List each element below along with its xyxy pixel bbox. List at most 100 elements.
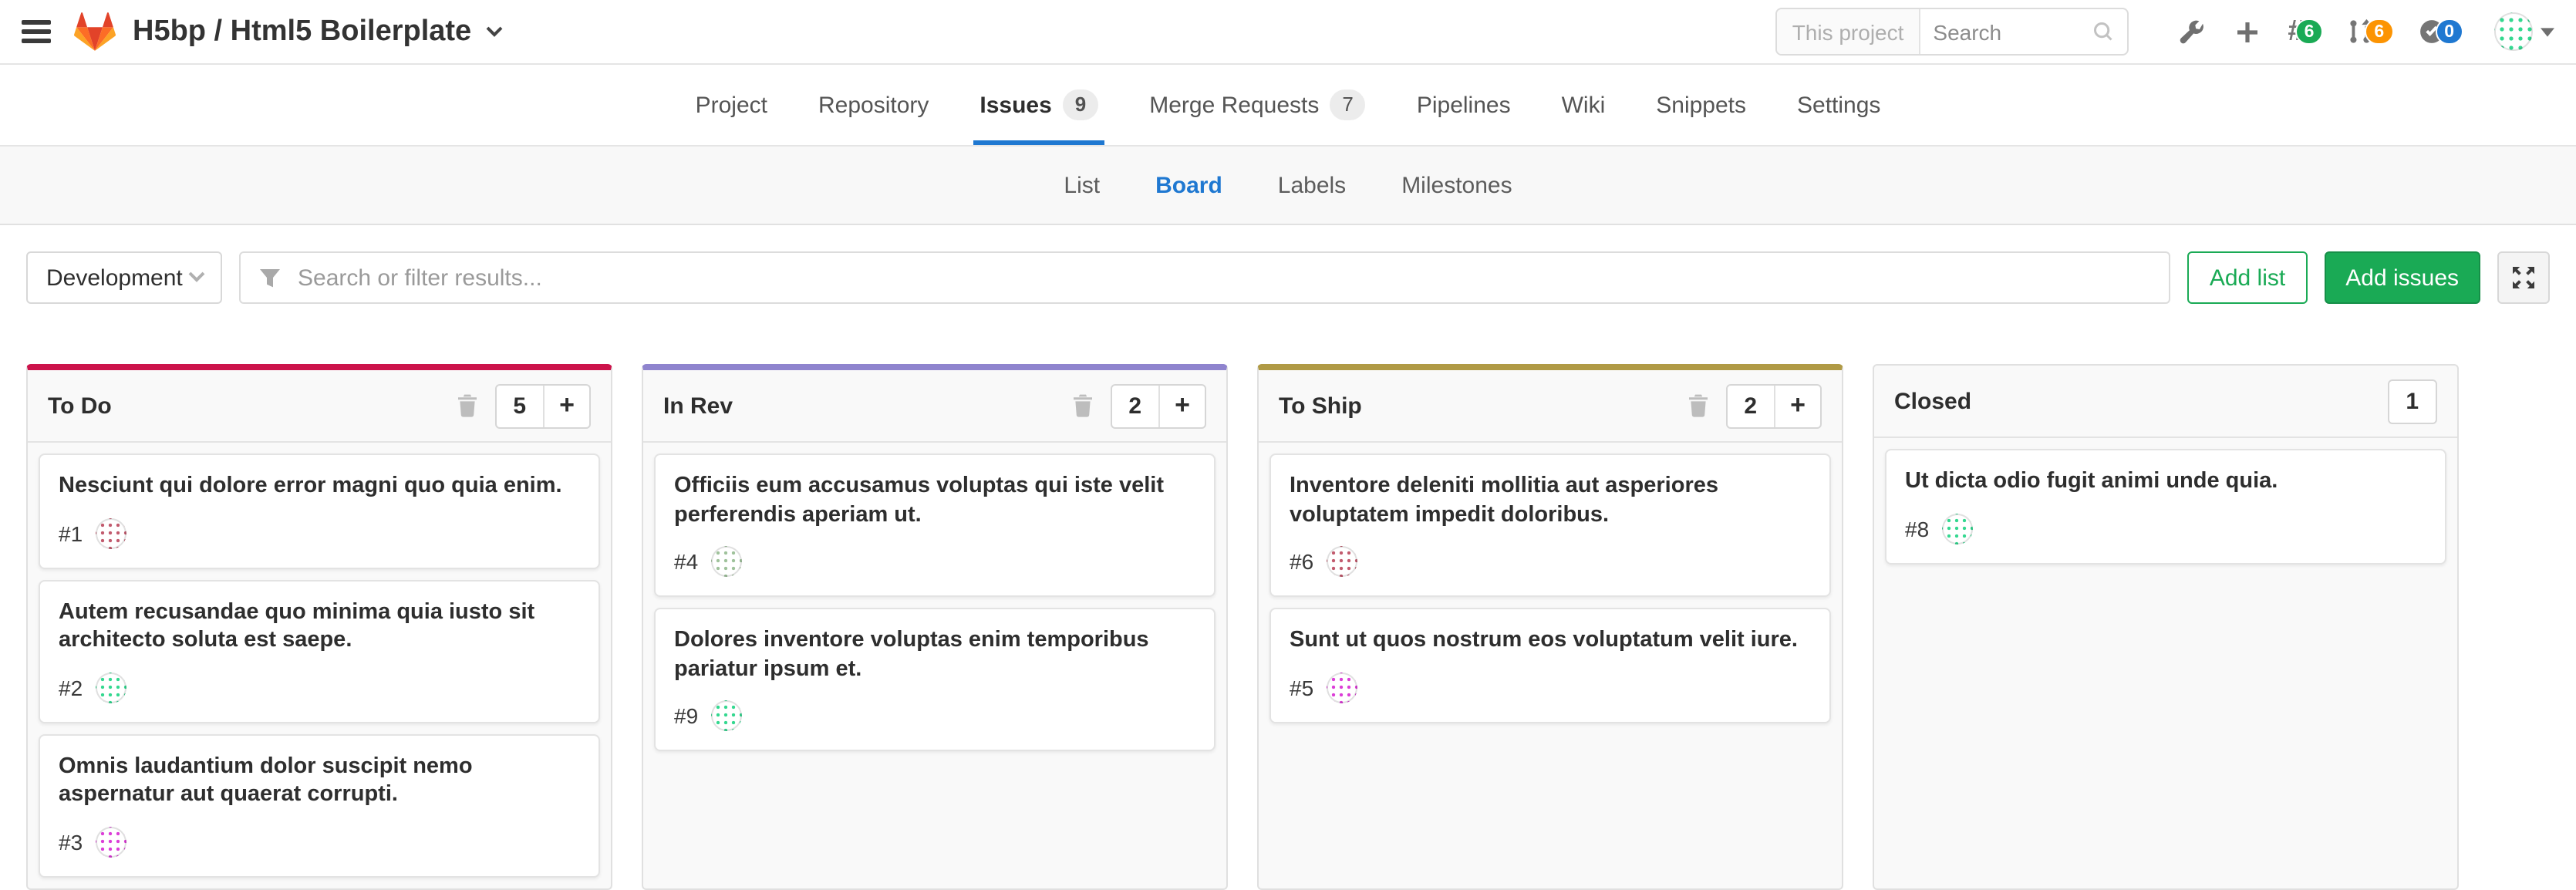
board-column-header: To Ship 2 + [1259,370,1842,443]
issue-card-number: #4 [674,549,698,574]
issues-subnav-tab[interactable]: Labels [1278,172,1346,198]
issue-assignee-avatar[interactable] [1326,672,1357,703]
column-issue-count: 2 [1727,385,1774,426]
board-column-title: In Rev [663,393,1071,419]
issue-card-number: #5 [1290,675,1313,700]
issues-subnav-tab[interactable]: Board [1155,172,1222,198]
board-column-list: Ut dicta odio fugit animi unde quia. #8 [1874,438,2457,888]
project-nav-tab[interactable]: Settings [1797,65,1880,145]
delete-list-trash-icon[interactable] [1071,393,1093,418]
board-column: To Do 5 + Nesciunt qui dolore error magn… [26,364,612,890]
column-add-issue-button[interactable]: + [1158,385,1205,426]
issues-subnav-tab[interactable]: List [1064,172,1100,198]
issue-assignee-avatar[interactable] [710,700,741,731]
issue-card[interactable]: Officiis eum accusamus voluptas qui iste… [654,453,1216,597]
column-count-group: 5 + [494,383,591,428]
project-nav-tab[interactable]: Merge Requests 7 [1149,65,1366,145]
issue-card[interactable]: Nesciunt qui dolore error magni quo quia… [39,453,600,568]
issue-assignee-avatar[interactable] [95,826,126,857]
delete-list-trash-icon[interactable] [456,393,477,418]
issue-assignee-avatar[interactable] [1941,513,1972,544]
issue-card-meta: #1 [59,517,580,548]
nav-tab-label: Issues [979,92,1051,118]
issues-count-badge: 6 [2295,19,2324,45]
project-nav: Project Repository Issues 9 Merge Reques… [0,65,2576,147]
merge-requests-counter[interactable]: 6 [2348,19,2393,45]
issue-assignee-avatar[interactable] [95,672,126,703]
issue-card-number: #9 [674,703,698,728]
nav-tab-label: Merge Requests [1149,92,1319,118]
issue-card-title: Ut dicta odio fugit animi unde quia. [1905,467,2426,496]
issue-card-number: #3 [59,829,83,854]
nav-tab-label: Settings [1797,92,1880,118]
board-column: In Rev 2 + Officiis eum accusamus volupt… [642,364,1228,890]
issue-card-title: Officiis eum accusamus voluptas qui iste… [674,472,1195,529]
issues-subnav-tab[interactable]: Milestones [1401,172,1512,198]
column-count-group: 2 + [1110,383,1206,428]
issue-card-meta: #2 [59,672,580,703]
board-column-header: To Do 5 + [28,370,611,443]
issue-card[interactable]: Sunt ut quos nostrum eos voluptatum veli… [1269,608,1831,723]
issue-card[interactable]: Dolores inventore voluptas enim temporib… [654,608,1216,751]
column-add-issue-button[interactable]: + [1774,385,1820,426]
issue-card-title: Sunt ut quos nostrum eos voluptatum veli… [1290,626,1811,655]
issue-card-meta: #9 [674,700,1195,731]
todos-counter[interactable]: 0 [2418,19,2463,45]
fullscreen-icon [2511,265,2536,290]
nav-tab-label: Project [696,92,767,118]
board-selector-dropdown[interactable]: Development [26,251,222,304]
project-nav-tab[interactable]: Issues 9 [979,65,1098,145]
nav-tab-label: Snippets [1656,92,1746,118]
issue-board: To Do 5 + Nesciunt qui dolore error magn… [0,304,2576,890]
global-search: This project [1775,8,2129,56]
gitlab-logo-icon[interactable] [74,12,116,51]
delete-list-trash-icon[interactable] [1687,393,1708,418]
board-column-list: Nesciunt qui dolore error magni quo quia… [28,443,611,888]
issue-card[interactable]: Inventore deleniti mollitia aut asperior… [1269,453,1831,597]
column-add-issue-button[interactable]: + [543,385,589,426]
admin-wrench-icon[interactable] [2178,19,2204,45]
issue-card-meta: #8 [1905,513,2426,544]
board-selector-value: Development [46,265,183,291]
project-nav-tab[interactable]: Snippets [1656,65,1746,145]
fullscreen-button[interactable] [2497,251,2550,304]
column-count-group: 2 + [1725,383,1822,428]
issue-card[interactable]: Omnis laudantium dolor suscipit nemo asp… [39,733,600,877]
board-column-list: Inventore deleniti mollitia aut asperior… [1259,443,1842,888]
board-column-header: In Rev 2 + [643,370,1226,443]
filter-search-input[interactable] [295,263,2154,292]
issue-assignee-avatar[interactable] [1326,546,1357,577]
user-menu-caret-icon[interactable] [2541,27,2554,36]
search-scope-label: This project [1777,9,1921,54]
issue-card[interactable]: Autem recusandae quo minima quia iusto s… [39,579,600,723]
project-nav-tab[interactable]: Pipelines [1417,65,1511,145]
issue-card-meta: #6 [1290,546,1811,577]
issue-card-number: #1 [59,521,83,545]
issue-card-title: Nesciunt qui dolore error magni quo quia… [59,472,580,501]
issue-card-number: #8 [1905,516,1929,541]
user-avatar[interactable] [2494,12,2533,51]
add-issues-button[interactable]: Add issues [2324,251,2480,304]
project-nav-tab[interactable]: Repository [818,65,929,145]
board-filter-bar: Development Add list Add issues [0,225,2576,304]
nav-tab-label: Pipelines [1417,92,1511,118]
issue-assignee-avatar[interactable] [95,517,126,548]
project-nav-tab[interactable]: Project [696,65,767,145]
issue-card-meta: #4 [674,546,1195,577]
issues-sub-nav: List Board Labels Milestones [0,147,2576,225]
nav-tab-badge: 9 [1063,89,1098,120]
board-column: Closed 1 + Ut dicta odio fugit animi und… [1873,364,2459,890]
issues-counter[interactable]: # 6 [2288,17,2323,46]
nav-tab-label: Repository [818,92,929,118]
search-input[interactable] [1920,19,2092,44]
issue-card-title: Autem recusandae quo minima quia iusto s… [59,598,580,655]
issue-assignee-avatar[interactable] [710,546,741,577]
project-switcher[interactable]: H5bp / Html5 Boilerplate [133,15,502,49]
new-plus-icon[interactable] [2235,19,2260,44]
project-nav-tab[interactable]: Wiki [1562,65,1606,145]
add-list-button[interactable]: Add list [2188,251,2307,304]
filter-search-box [239,251,2171,304]
issue-card[interactable]: Ut dicta odio fugit animi unde quia. #8 [1885,449,2446,564]
issue-card-number: #6 [1290,549,1313,574]
hamburger-menu-icon[interactable] [22,20,51,43]
